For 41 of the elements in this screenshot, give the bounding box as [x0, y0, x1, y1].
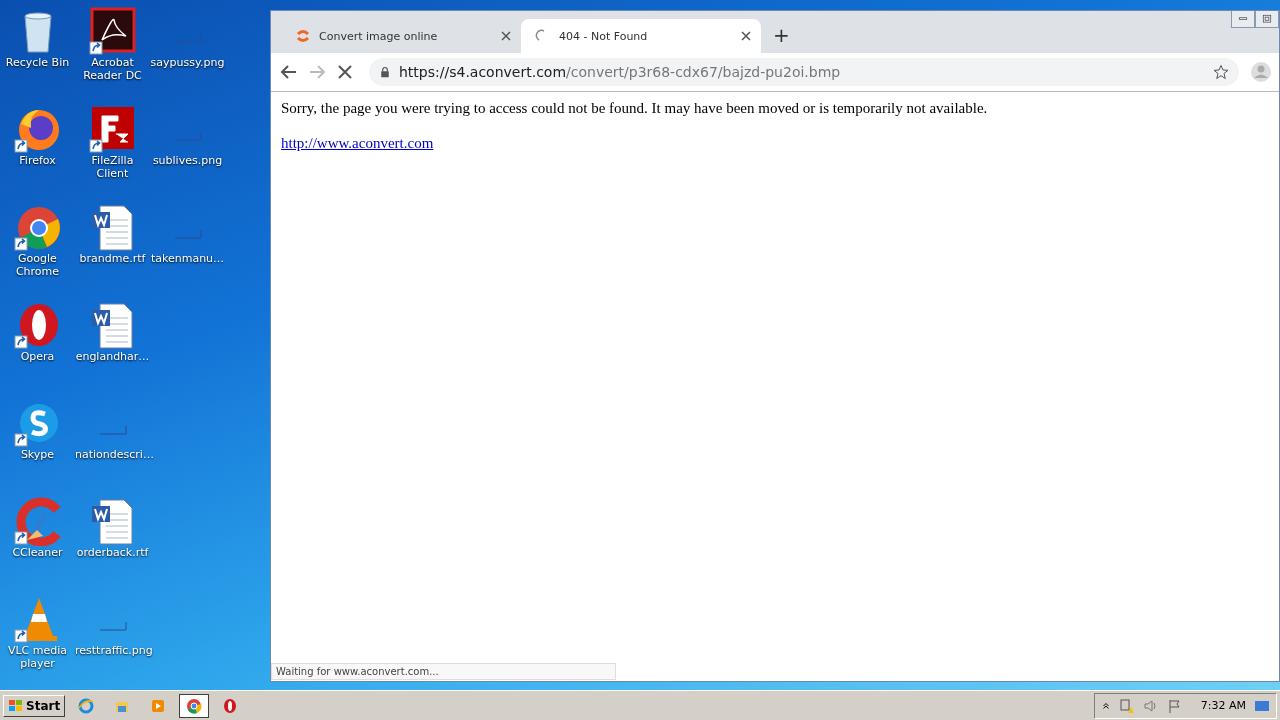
url-text: https://s4.aconvert.com/convert/p3r68-cdx67/bajzd-pu2oi.bmp — [399, 64, 842, 80]
start-button[interactable]: Start — [3, 694, 66, 717]
icon-label: FileZilla Client — [90, 154, 135, 180]
windows-icon — [8, 697, 24, 714]
new-tab-button[interactable]: + — [767, 23, 796, 47]
flag-icon[interactable] — [1166, 697, 1183, 714]
icon-label: saypussy.png — [150, 56, 225, 69]
icon-label: sublives.png — [151, 154, 224, 167]
status-text: Waiting for www.aconvert.com... — [271, 663, 616, 680]
minimize-button[interactable] — [1231, 11, 1255, 28]
close-icon[interactable] — [501, 31, 511, 41]
icon-label: Acrobat Reader DC — [82, 56, 143, 82]
icon-label: resttraffic.png — [75, 644, 150, 657]
star-icon[interactable] — [1213, 64, 1229, 80]
convert-icon — [295, 28, 311, 44]
browser-tab[interactable]: Convert image online — [281, 19, 521, 53]
close-icon[interactable] — [741, 31, 751, 41]
site-link[interactable]: http://www.aconvert.com — [281, 135, 434, 152]
icon-label: Recycle Bin — [4, 56, 71, 69]
icon-label: Firefox — [18, 154, 57, 167]
icon-label: CCleaner — [11, 546, 64, 559]
icon-label: takenmanu… — [150, 252, 225, 265]
lock-icon — [379, 66, 391, 78]
clock[interactable]: 7:32 AM — [1200, 699, 1246, 712]
icon-label: Skype — [19, 448, 56, 461]
maximize-icon — [1261, 14, 1273, 24]
browser-tab[interactable]: 404 - Not Found — [521, 19, 761, 53]
address-bar[interactable]: https://s4.aconvert.com/convert/p3r68-cdx67/bajzd-pu2oi.bmp — [369, 58, 1239, 86]
icon-label: Opera — [19, 350, 56, 363]
acrobat-icon[interactable] — [87, 6, 138, 56]
ccleaner-icon[interactable] — [12, 496, 63, 546]
icon-label: orderback.rtf — [75, 546, 150, 559]
tab-title: Convert image online — [319, 29, 439, 43]
icon-label: englandhar… — [75, 350, 150, 363]
icon-label: VLC media player — [6, 644, 69, 670]
icon-label: Google Chrome — [14, 252, 61, 278]
icon-label: brandme.rtf — [78, 252, 147, 265]
maximize-button[interactable] — [1255, 11, 1279, 28]
tab-title: 404 - Not Found — [559, 29, 649, 43]
error-message: Sorry, the page you were trying to access could not be found. It may have been moved or is temporarily not available. — [281, 100, 988, 117]
chrome-taskbar-icon[interactable] — [179, 693, 210, 718]
